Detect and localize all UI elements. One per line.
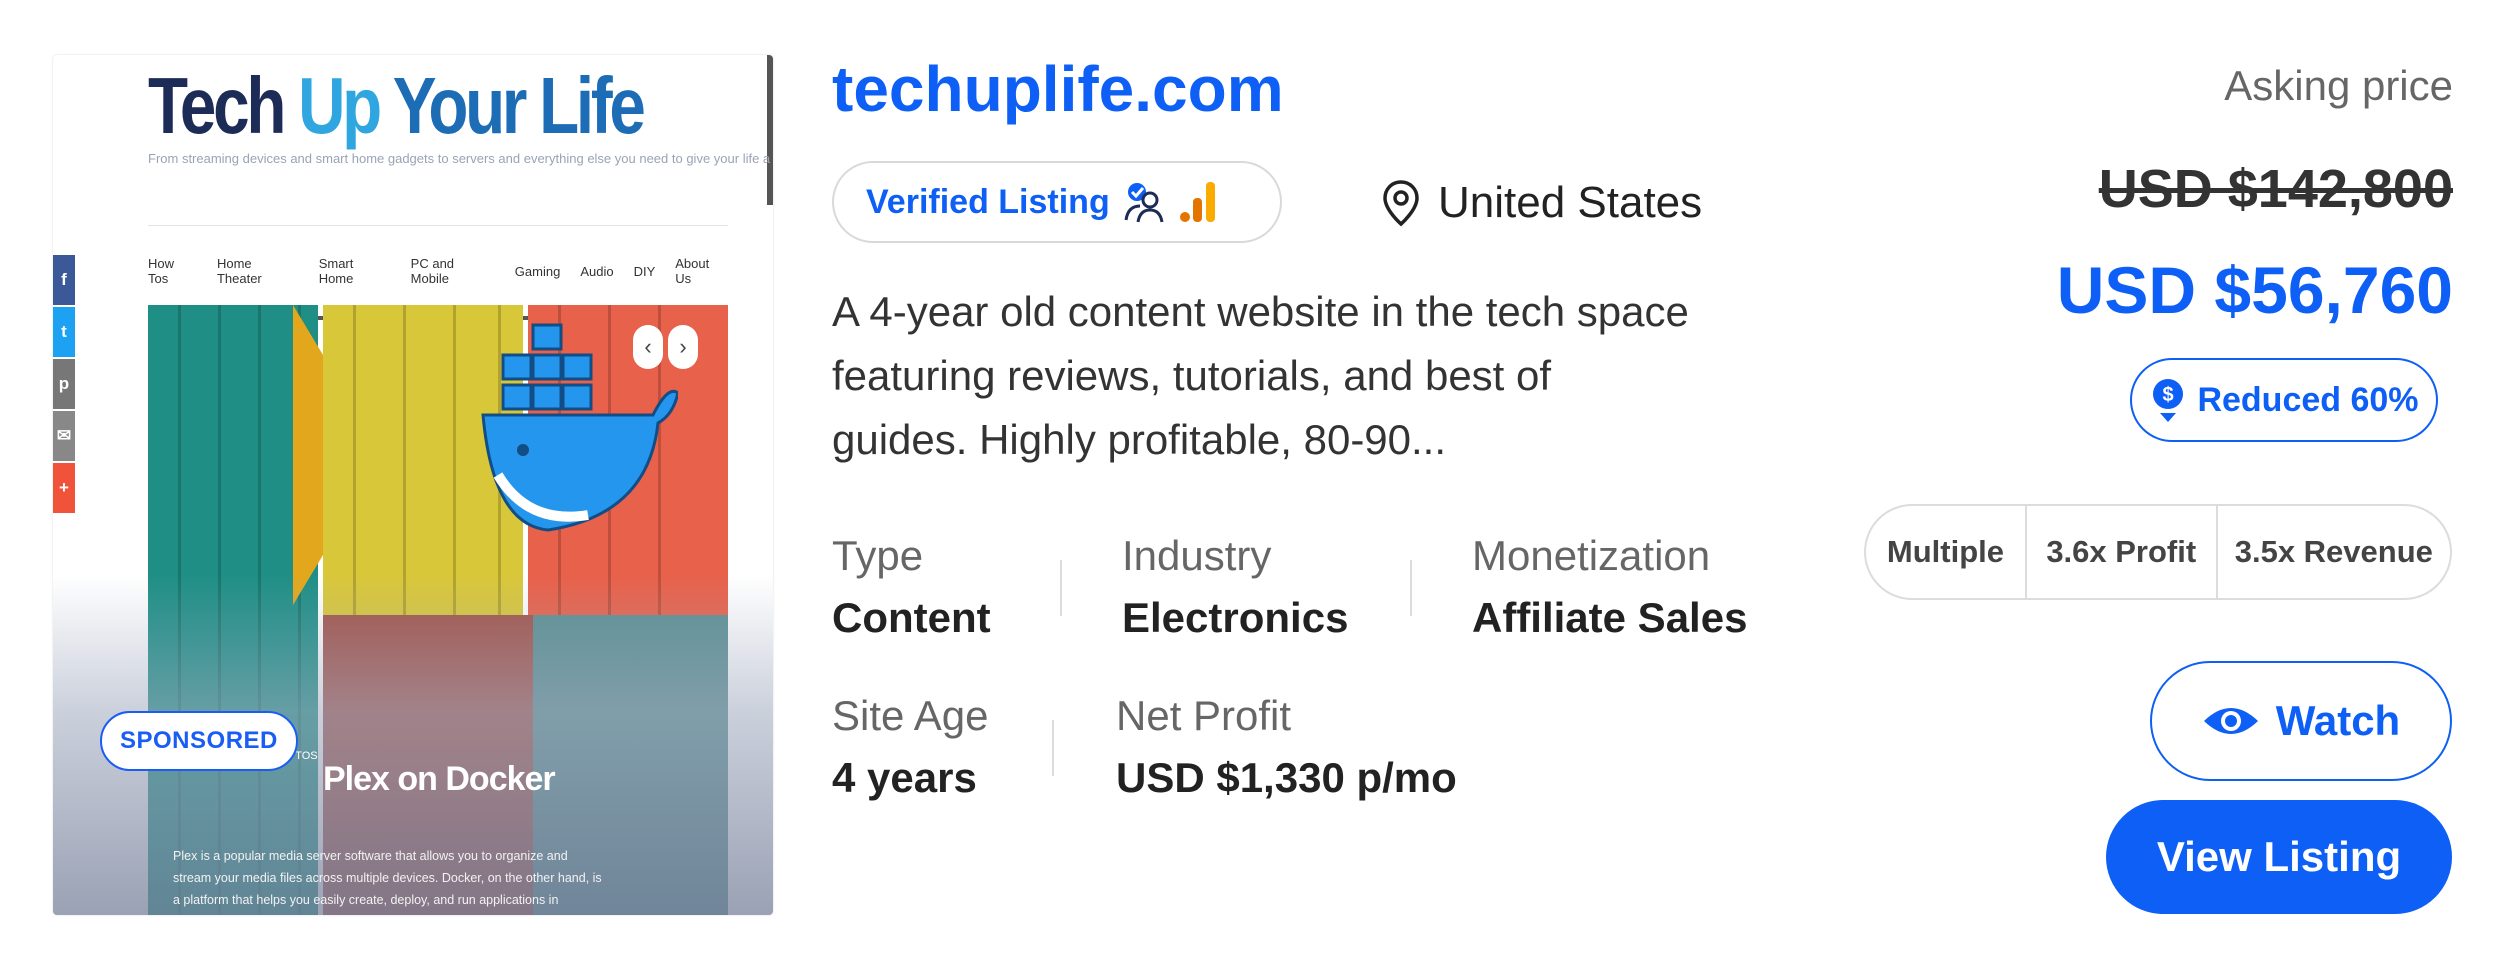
location-text: United States	[1438, 178, 1703, 227]
stat-industry-label: Industry	[1122, 532, 1272, 579]
valuation-multiples: Multiple 3.6x Profit 3.5x Revenue	[1864, 504, 2452, 600]
thumbnail-prev-slide: ‹	[633, 325, 663, 369]
share-icon: +	[53, 463, 75, 513]
revenue-multiple: 3.5x Revenue	[2234, 534, 2433, 569]
stat-site-age-label: Site Age	[832, 692, 989, 739]
thumbnail-menu-item: PC and Mobile	[410, 256, 455, 286]
thumbnail-menu-item: DIY	[633, 263, 656, 279]
listing-location: United States	[1382, 178, 1702, 228]
stat-net-profit-label: Net Profit	[1116, 692, 1292, 739]
thumbnail-scrollbar	[767, 55, 773, 205]
facebook-icon: f	[53, 255, 75, 305]
stat-monetization-value: Affiliate Sales	[1472, 594, 1748, 641]
thumbnail-menu-item: Home Theater	[216, 256, 262, 286]
email-icon: ✉	[53, 411, 75, 461]
price-reduced-badge: $ Reduced 60%	[2130, 358, 2438, 442]
original-price: USD $142,800	[2098, 159, 2453, 219]
thumbnail-site-title: Tech Up Your Life	[148, 61, 646, 150]
stat-monetization-label: Monetization	[1472, 532, 1711, 579]
analytics-icon	[1179, 182, 1215, 222]
twitter-icon: t	[53, 307, 75, 357]
view-listing-label: View Listing	[2156, 833, 2402, 880]
verified-listing-badge[interactable]: Verified Listing	[832, 161, 1282, 243]
thumbnail-tagline: From streaming devices and smart home ga…	[148, 151, 773, 166]
thumbnail-menu-item: Gaming	[514, 263, 561, 279]
svg-text:$: $	[2163, 384, 2174, 406]
stat-site-age-value: 4 years	[832, 754, 977, 801]
listing-description: A 4-year old content website in the tech…	[832, 288, 1689, 463]
verified-users-icon	[1124, 183, 1164, 223]
sponsored-badge: SPONSORED	[100, 711, 298, 771]
thumbnail-menu-item: How Tos	[148, 256, 175, 286]
asking-price-label: Asking price	[2224, 62, 2453, 109]
eye-icon	[2203, 708, 2258, 734]
current-price: USD $56,760	[2056, 253, 2453, 327]
profit-multiple: 3.6x Profit	[2027, 506, 2218, 598]
stat-type-label: Type	[832, 532, 924, 579]
thumbnail-post-excerpt: Plex is a popular media server software …	[173, 849, 602, 907]
thumbnail-next-slide: ›	[668, 325, 698, 369]
price-drop-icon: $	[2153, 379, 2184, 422]
listing-domain-link[interactable]: techuplife.com	[832, 52, 1284, 126]
location-pin-icon	[1383, 180, 1419, 227]
reduced-label: Reduced 60%	[2197, 380, 2419, 419]
thumbnail-menu-item: Smart Home	[318, 256, 354, 286]
stat-industry-value: Electronics	[1122, 594, 1349, 641]
view-listing-button[interactable]: View Listing	[2106, 800, 2452, 914]
thumbnail-menu-item: About Us	[675, 256, 710, 286]
verified-listing-label: Verified Listing	[866, 182, 1110, 221]
stat-type-value: Content	[832, 594, 991, 641]
listing-thumbnail[interactable]: f t p ✉ + Tech Up Your Life From streami…	[53, 55, 773, 915]
watch-button[interactable]: Watch	[2150, 661, 2452, 781]
pinterest-icon: p	[53, 359, 75, 409]
stat-net-profit-value: USD $1,330 p/mo	[1116, 754, 1457, 801]
thumbnail-post-title: Plex on Docker	[323, 760, 556, 798]
watch-label: Watch	[2275, 697, 2401, 744]
thumbnail-menu-item: Audio	[580, 263, 614, 279]
multiple-label: Multiple	[1866, 506, 2027, 598]
